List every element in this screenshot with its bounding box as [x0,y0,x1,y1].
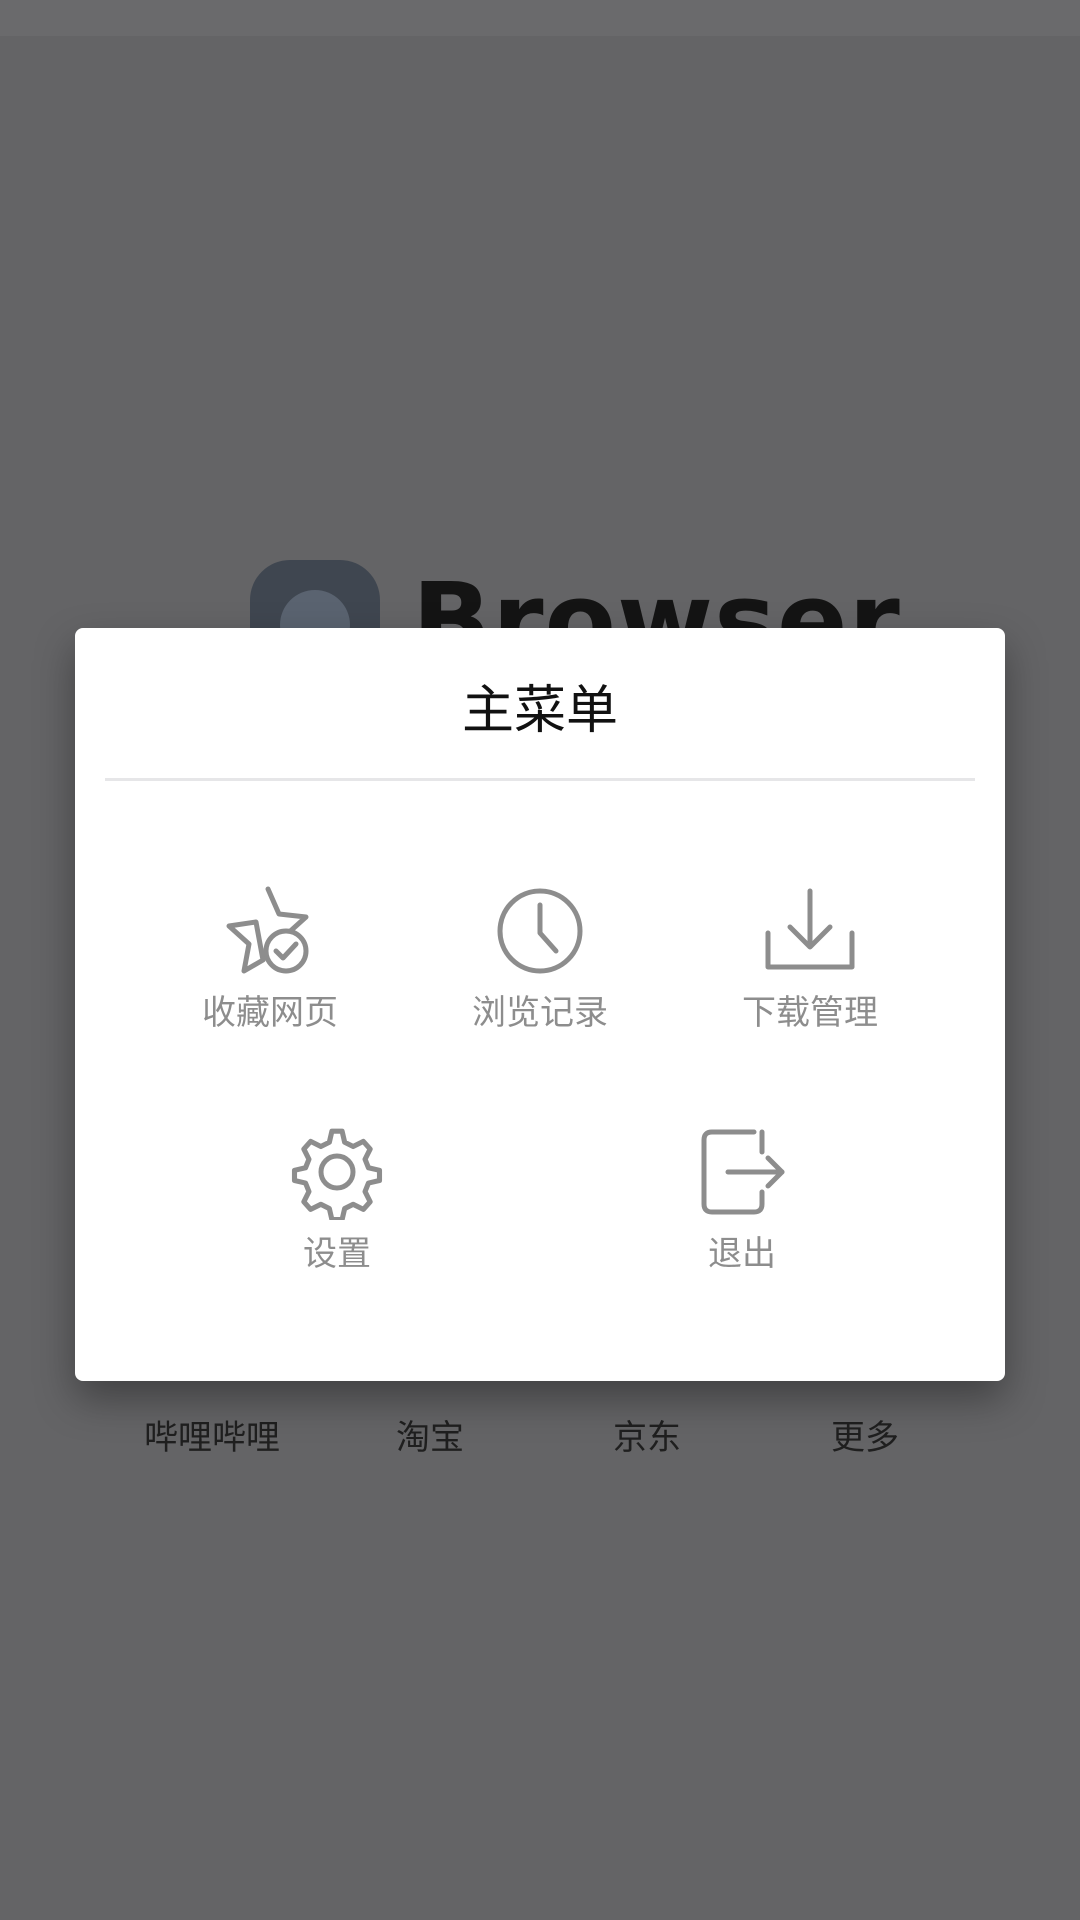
shortcut-jd[interactable]: 京东 [547,1410,747,1459]
main-menu-dialog: 主菜单 收藏网页 浏览记录 下载管理 设置 退出 [75,628,1005,1381]
download-icon [765,888,855,970]
menu-item-settings[interactable]: 设置 [227,1124,447,1294]
shortcut-bilibili[interactable]: 哔哩哔哩 [112,1410,312,1459]
dialog-title: 主菜单 [461,681,618,741]
shortcut-taobao[interactable]: 淘宝 [330,1410,530,1459]
menu-item-label: 下载管理 [742,993,878,1033]
exit-icon [701,1129,785,1215]
dialog-divider [105,778,975,781]
clock-icon [497,888,583,974]
shortcut-more[interactable]: 更多 [765,1410,965,1459]
shortcut-row: 哔哩哔哩 淘宝 京东 更多 [0,1410,1080,1470]
menu-item-downloads[interactable]: 下载管理 [700,883,920,1053]
menu-item-label: 退出 [708,1234,776,1274]
menu-item-label: 浏览记录 [472,993,608,1033]
gear-icon [291,1128,383,1220]
menu-item-exit[interactable]: 退出 [632,1124,852,1294]
menu-item-label: 收藏网页 [202,993,338,1033]
menu-item-history[interactable]: 浏览记录 [430,883,650,1053]
menu-item-label: 设置 [303,1234,371,1274]
menu-item-bookmark[interactable]: 收藏网页 [160,883,380,1053]
star-check-icon [226,886,309,974]
status-bar [0,0,1080,36]
